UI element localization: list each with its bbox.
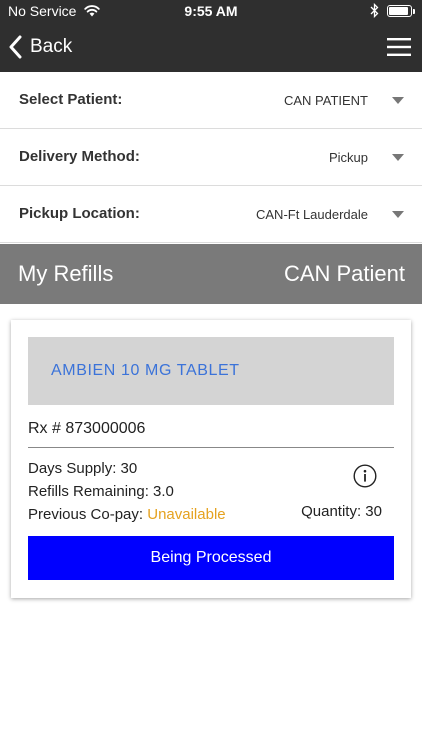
my-refills-banner: My Refills CAN Patient — [0, 244, 422, 304]
delivery-method-value[interactable]: Pickup — [329, 150, 368, 165]
chevron-left-icon — [9, 35, 22, 59]
copay-value: Unavailable — [147, 506, 226, 523]
page-title: My Refills — [18, 261, 114, 286]
clock: 9:55 AM — [184, 3, 238, 19]
bluetooth-icon — [370, 3, 379, 18]
status-bar: No Service 9:55 AM — [0, 0, 422, 22]
quantity: Quantity: 30 — [301, 503, 382, 520]
dropdown-caret-icon[interactable] — [392, 211, 404, 218]
info-icon[interactable] — [353, 464, 377, 488]
copay-label: Previous Co-pay: — [28, 506, 144, 523]
divider — [28, 447, 394, 448]
refill-card: AMBIEN 10 MG TABLET Rx # 873000006 Days … — [11, 320, 411, 598]
battery-level — [389, 7, 409, 15]
previous-copay: Previous Co-pay: Unavailable — [28, 506, 226, 523]
hamburger-menu-icon[interactable] — [387, 38, 411, 56]
delivery-method-label: Delivery Method: — [19, 148, 140, 165]
drug-name-panel: AMBIEN 10 MG TABLET — [28, 337, 394, 405]
pickup-location-label: Pickup Location: — [19, 205, 140, 222]
drug-name: AMBIEN 10 MG TABLET — [51, 362, 240, 379]
back-label: Back — [30, 36, 73, 57]
select-patient-label: Select Patient: — [19, 91, 123, 108]
refills-remaining: Refills Remaining: 3.0 — [28, 483, 174, 500]
pickup-location-value[interactable]: CAN-Ft Lauderdale — [256, 207, 368, 222]
banner-patient-name: CAN Patient — [283, 261, 405, 286]
delivery-method-row[interactable]: Delivery Method: Pickup — [0, 129, 422, 186]
being-processed-button[interactable]: Being Processed — [28, 536, 394, 580]
select-patient-value[interactable]: CAN PATIENT — [284, 93, 368, 108]
pickup-location-row[interactable]: Pickup Location: CAN-Ft Lauderdale — [0, 186, 422, 243]
rx-number: Rx # 873000006 — [28, 420, 146, 437]
battery-icon — [387, 5, 415, 17]
dropdown-caret-icon[interactable] — [392, 97, 404, 104]
back-button[interactable]: Back — [8, 34, 72, 60]
days-supply: Days Supply: 30 — [28, 460, 138, 477]
navigation-bar: Back — [0, 22, 422, 72]
select-patient-row[interactable]: Select Patient: CAN PATIENT — [0, 72, 422, 129]
dropdown-caret-icon[interactable] — [392, 154, 404, 161]
